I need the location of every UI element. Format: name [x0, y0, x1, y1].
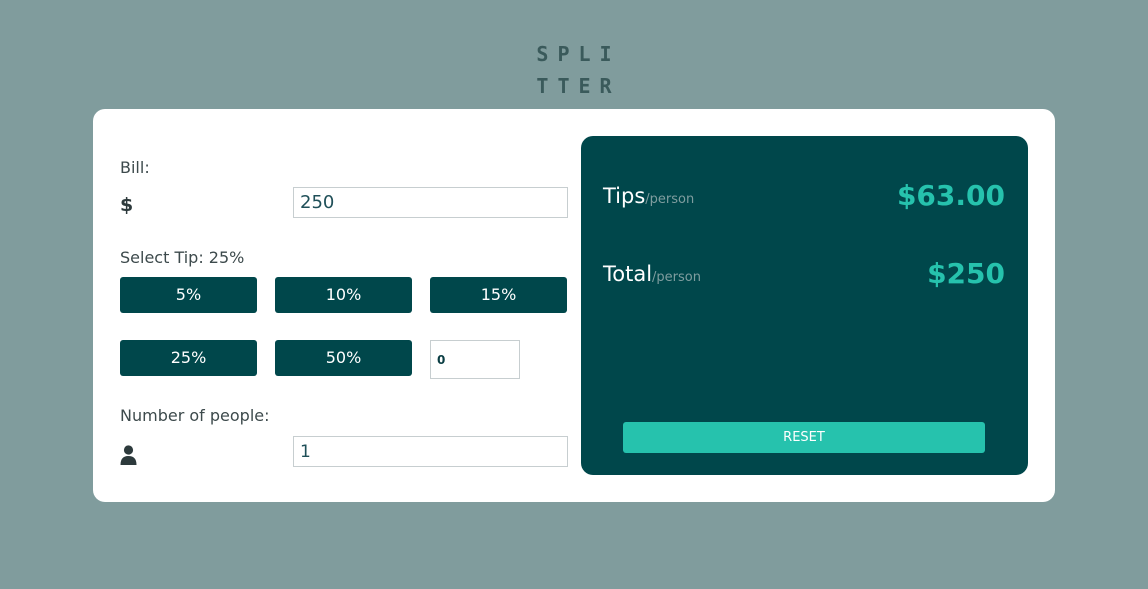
results-panel: Tips/person $63.00 Total/person $250 RES… — [581, 136, 1028, 475]
select-tip-label: Select Tip: 25% — [120, 248, 245, 267]
logo-line-1: SPLI — [536, 42, 621, 66]
tip-5-button[interactable]: 5% — [120, 277, 257, 313]
dollar-icon: $ — [120, 194, 134, 216]
total-label-text: Total — [603, 262, 653, 286]
total-value: $250 — [927, 257, 1005, 290]
people-input[interactable] — [293, 436, 568, 467]
tip-amount-value: $63.00 — [896, 179, 1005, 212]
logo-line-2: TTER — [536, 74, 621, 98]
custom-tip-input[interactable] — [430, 340, 520, 379]
tip-50-button[interactable]: 50% — [275, 340, 412, 376]
person-icon — [120, 445, 137, 465]
reset-button[interactable]: RESET — [623, 422, 985, 453]
total-label: Total/person — [603, 262, 701, 286]
total-per-person-suffix: /person — [652, 270, 701, 285]
tip-15-button[interactable]: 15% — [430, 277, 567, 313]
bill-input[interactable] — [293, 187, 568, 218]
tip-amount-label: Tips/person — [603, 184, 694, 208]
people-label: Number of people: — [120, 406, 270, 425]
bill-label: Bill: — [120, 158, 150, 177]
tip-25-button[interactable]: 25% — [120, 340, 257, 376]
tip-10-button[interactable]: 10% — [275, 277, 412, 313]
tip-per-person-suffix: /person — [645, 192, 695, 207]
app-logo: SPLI TTER — [0, 38, 1148, 102]
tip-amount-label-text: Tips — [603, 184, 646, 208]
